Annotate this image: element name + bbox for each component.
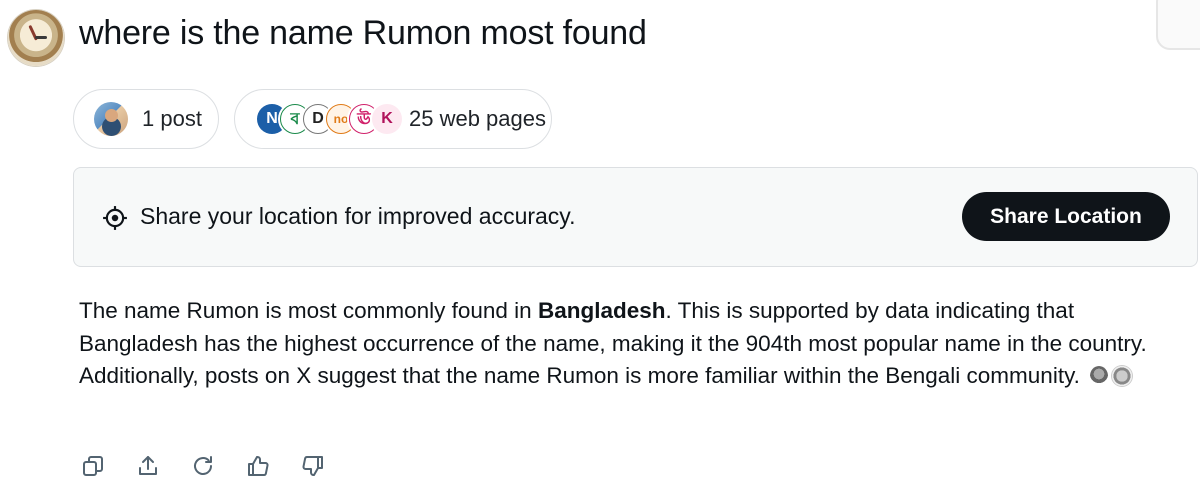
regenerate-icon xyxy=(194,456,212,475)
thumbs-down-icon xyxy=(302,456,323,477)
copy-button[interactable] xyxy=(79,452,107,480)
clock-hand-decoration-2 xyxy=(35,36,47,39)
favicon-icon: K xyxy=(372,104,402,134)
user-avatar[interactable] xyxy=(8,10,64,66)
web-pages-source-button[interactable]: N ব D no ঊ K 25 web pages xyxy=(234,89,552,149)
post-author-avatar xyxy=(94,102,128,136)
answer-actions xyxy=(79,452,354,480)
thumbs-up-button[interactable] xyxy=(244,452,272,480)
answer-country: Bangladesh xyxy=(537,298,666,323)
answer-intro: The name Rumon is most commonly found in xyxy=(79,298,538,323)
posts-count-label: 1 post xyxy=(142,106,202,131)
regenerate-button[interactable] xyxy=(189,452,217,480)
thumbs-up-icon xyxy=(248,455,269,476)
answer-text: The name Rumon is most commonly found in… xyxy=(79,295,1169,393)
share-location-button[interactable]: Share Location xyxy=(962,192,1170,241)
web-pages-count-label: 25 web pages xyxy=(409,106,546,131)
web-favicons: N ব D no ঊ K xyxy=(257,104,402,134)
copy-icon xyxy=(83,456,103,476)
query-title: where is the name Rumon most found xyxy=(79,14,647,52)
location-banner-message: Share your location for improved accurac… xyxy=(140,203,576,229)
share-icon xyxy=(139,456,157,475)
location-banner: Share your location for improved accurac… xyxy=(73,167,1198,267)
share-button[interactable] xyxy=(134,452,162,480)
corner-panel[interactable] xyxy=(1156,0,1200,50)
location-crosshair-icon xyxy=(103,206,127,230)
thumbs-down-button[interactable] xyxy=(299,452,327,480)
post-citation-icon[interactable] xyxy=(1090,366,1109,386)
post-citation-icon[interactable] xyxy=(1112,366,1133,386)
posts-source-button[interactable]: 1 post xyxy=(73,89,219,149)
